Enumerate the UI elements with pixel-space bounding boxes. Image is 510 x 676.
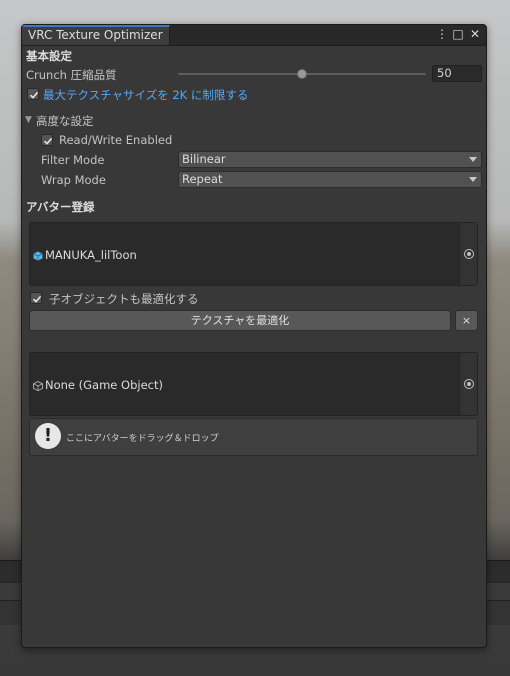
chevron-down-icon <box>469 177 477 182</box>
wrap-mode-label: Wrap Mode <box>41 173 106 187</box>
avatar-object-field[interactable]: MANUKA_lilToon <box>29 222 478 286</box>
avatar-section-header: アバター登録 <box>26 200 95 214</box>
target-icon <box>464 379 474 389</box>
checkmark-icon <box>29 91 39 99</box>
menu-icon[interactable]: ⋮ <box>435 27 449 41</box>
maxsize-checkbox[interactable] <box>27 88 39 100</box>
advanced-section-foldout[interactable]: 高度な設定 <box>36 113 94 129</box>
include-children-checkbox[interactable] <box>30 292 42 304</box>
window-tab[interactable]: VRC Texture Optimizer <box>22 25 170 45</box>
target-icon <box>464 249 474 259</box>
readwrite-label[interactable]: Read/Write Enabled <box>59 133 172 147</box>
empty-object-name: None (Game Object) <box>45 378 163 392</box>
maximize-icon[interactable]: □ <box>451 27 465 41</box>
gameobject-cube-icon <box>33 381 43 391</box>
readwrite-checkbox[interactable] <box>41 134 53 146</box>
crunch-slider-thumb[interactable] <box>297 69 307 79</box>
object-picker-button[interactable] <box>459 353 477 415</box>
object-picker-button[interactable] <box>459 223 477 285</box>
drop-hint-box[interactable]: ! ここにアバターをドラッグ＆ドロップ <box>29 418 478 456</box>
wrap-mode-dropdown[interactable]: Repeat <box>178 171 482 188</box>
optimize-textures-button[interactable]: テクスチャを最適化 <box>29 310 451 331</box>
foldout-arrow-icon[interactable]: ▼ <box>25 115 32 125</box>
filter-mode-dropdown[interactable]: Bilinear <box>178 151 482 168</box>
basic-section-header: 基本設定 <box>26 49 72 63</box>
optimizer-window: VRC Texture Optimizer ⋮ □ ✕ 基本設定 Crunch … <box>21 24 487 648</box>
checkmark-icon <box>43 137 53 145</box>
close-icon[interactable]: ✕ <box>468 27 482 41</box>
checkmark-icon <box>32 295 42 303</box>
filter-mode-label: Filter Mode <box>41 153 105 167</box>
info-exclamation-icon: ! <box>35 423 61 449</box>
prefab-cube-icon <box>33 251 43 261</box>
empty-object-field[interactable]: None (Game Object) <box>29 352 478 416</box>
drop-hint-text: ここにアバターをドラッグ＆ドロップ <box>66 434 219 444</box>
crunch-value-field[interactable]: 50 <box>432 65 482 82</box>
crunch-quality-label: Crunch 圧縮品質 <box>26 68 117 82</box>
filter-mode-value: Bilinear <box>182 152 226 166</box>
remove-avatar-button[interactable]: × <box>455 310 478 331</box>
chevron-down-icon <box>469 157 477 162</box>
include-children-label[interactable]: 子オブジェクトも最適化する <box>49 291 199 307</box>
window-titlebar: VRC Texture Optimizer ⋮ □ ✕ <box>22 25 486 46</box>
maxsize-label[interactable]: 最大テクスチャサイズを 2K に制限する <box>43 87 248 103</box>
wrap-mode-value: Repeat <box>182 172 223 186</box>
avatar-object-name: MANUKA_lilToon <box>45 248 137 262</box>
